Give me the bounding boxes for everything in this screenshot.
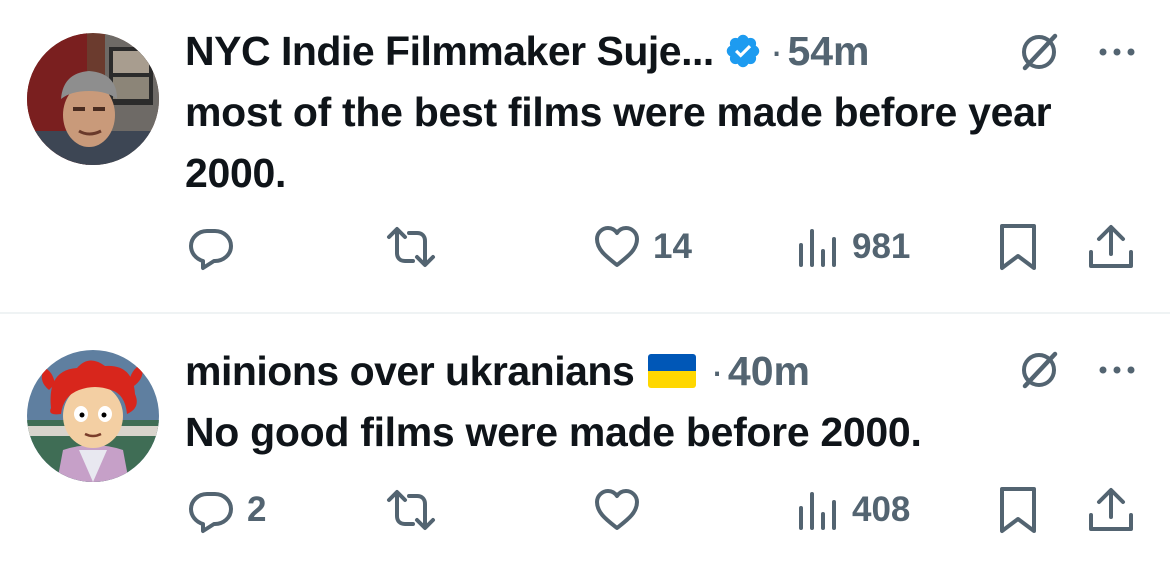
ukraine-flag-icon	[648, 354, 697, 388]
repost-button[interactable]	[385, 217, 437, 277]
reply-count: 2	[247, 490, 267, 529]
bookmark-icon	[998, 485, 1038, 535]
tweet-header: minions over ukranians · 40m	[185, 344, 810, 398]
bookmark-button[interactable]	[998, 480, 1038, 540]
repost-icon	[385, 223, 437, 271]
reply-icon	[187, 223, 235, 271]
views-count: 981	[852, 227, 911, 266]
more-icon[interactable]	[1095, 42, 1139, 62]
tweet-2[interactable]: minions over ukranians · 40m No good fil…	[0, 314, 1170, 573]
tweet-header: NYC Indie Filmmaker Suje... · 54m	[185, 24, 870, 78]
author-avatar[interactable]	[27, 350, 159, 482]
verified-badge-icon[interactable]	[724, 32, 762, 70]
bookmark-button[interactable]	[998, 217, 1038, 277]
heart-icon	[593, 486, 641, 534]
views-button[interactable]: 408	[796, 480, 910, 540]
reply-icon	[187, 486, 235, 534]
share-icon	[1087, 485, 1135, 535]
like-button[interactable]	[593, 480, 641, 540]
tweet-text: most of the best films were made before …	[185, 89, 1052, 196]
tweet-time[interactable]: 54m	[787, 28, 869, 75]
share-icon	[1087, 222, 1135, 272]
share-button[interactable]	[1087, 480, 1135, 540]
grok-icon[interactable]	[1017, 348, 1061, 392]
views-icon	[796, 486, 840, 534]
views-icon	[796, 223, 840, 271]
more-icon[interactable]	[1095, 360, 1139, 380]
separator-dot: ·	[769, 27, 784, 74]
repost-icon	[385, 486, 437, 534]
reply-button[interactable]: 2	[187, 480, 266, 540]
bookmark-icon	[998, 222, 1038, 272]
share-button[interactable]	[1087, 217, 1135, 277]
author-avatar[interactable]	[27, 33, 159, 165]
tweet-actions: 2 408	[0, 480, 1170, 540]
tweet-time[interactable]: 40m	[728, 348, 810, 395]
like-count: 14	[653, 227, 692, 266]
separator-dot: ·	[710, 347, 724, 394]
views-button[interactable]: 981	[796, 217, 910, 277]
tweet-1[interactable]: NYC Indie Filmmaker Suje... · 54m most o…	[0, 0, 1170, 312]
heart-icon	[593, 223, 641, 271]
reply-button[interactable]	[187, 217, 235, 277]
grok-icon[interactable]	[1017, 30, 1061, 74]
tweet-text: No good films were made before 2000.	[185, 409, 922, 455]
tweet-actions: 14 981	[0, 217, 1170, 277]
repost-button[interactable]	[385, 480, 437, 540]
views-count: 408	[852, 490, 911, 529]
author-name[interactable]: NYC Indie Filmmaker Suje...	[185, 28, 714, 75]
author-name[interactable]: minions over ukranians	[185, 348, 635, 395]
like-button[interactable]: 14	[593, 217, 692, 277]
